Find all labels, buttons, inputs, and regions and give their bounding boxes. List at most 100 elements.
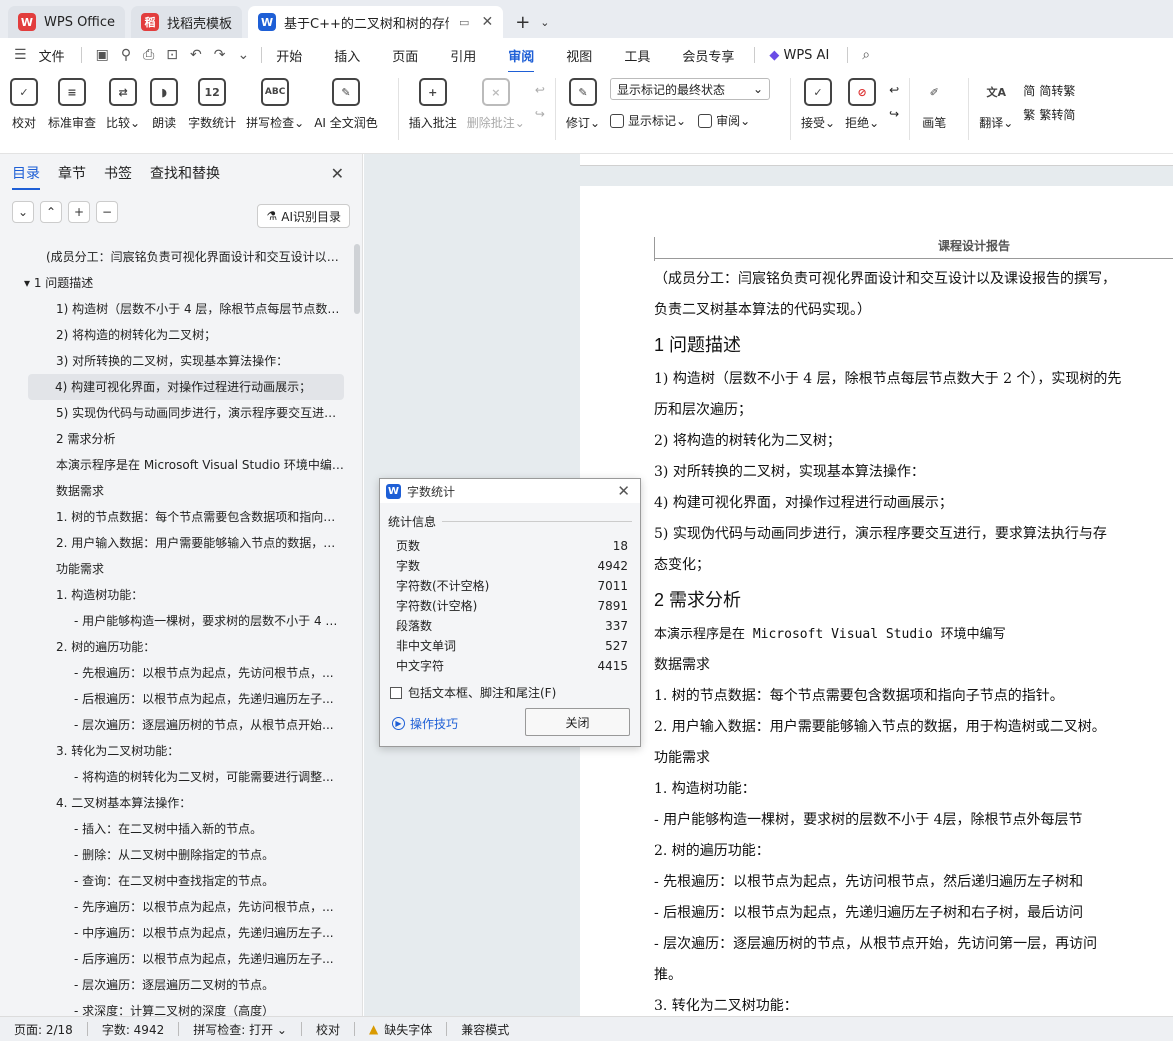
close-button[interactable]: 关闭 xyxy=(525,708,630,736)
accept-button[interactable]: ✓ 接受⌄ xyxy=(801,78,835,153)
ai-polish-button[interactable]: ✎ AI 全文润色 xyxy=(314,78,378,153)
toc-item[interactable]: - 后根遍历：以根节点为起点，先递归遍历左子... xyxy=(0,686,356,712)
menu-wps-ai[interactable]: ◆ WPS AI xyxy=(769,48,829,63)
toc-item[interactable]: - 插入：在二叉树中插入新的节点。 xyxy=(0,816,356,842)
expand-up-icon[interactable]: ⌃ xyxy=(40,201,62,223)
toc-item[interactable]: 3. 转化为二叉树功能： xyxy=(0,738,356,764)
toc-item[interactable]: 功能需求 xyxy=(0,556,356,582)
spell-check-button[interactable]: ABC 拼写检查⌄ xyxy=(246,78,304,153)
collapse-down-icon[interactable]: ⌄ xyxy=(12,201,34,223)
toc-item[interactable]: 2. 树的遍历功能： xyxy=(0,634,356,660)
menu-reference[interactable]: 引用 xyxy=(450,46,476,65)
ai-toc-button[interactable]: ⚗ AI识别目录 xyxy=(257,204,350,228)
to-traditional-button[interactable]: 简简转繁 xyxy=(1023,78,1075,102)
checkbox-box[interactable] xyxy=(390,686,402,699)
toc-item[interactable]: 2 需求分析 xyxy=(0,426,356,452)
menu-review[interactable]: 审阅 xyxy=(508,46,535,73)
toc-scrollbar[interactable] xyxy=(354,244,360,314)
to-simplified-button[interactable]: 繁繁转简 xyxy=(1023,102,1075,126)
status-page[interactable]: 页面: 2/18 xyxy=(14,1021,73,1038)
current-page[interactable]: 课程设计报告 （成员分工：闫宸铭负责可视化界面设计和交互设计以及课设报告的撰写，… xyxy=(580,186,1173,1016)
toc-item[interactable]: - 层次遍历：逐层遍历树的节点，从根节点开始... xyxy=(0,712,356,738)
toc-item[interactable]: 数据需求 xyxy=(0,478,356,504)
remove-heading-icon[interactable]: − xyxy=(96,201,118,223)
toc-item[interactable]: - 查询：在二叉树中查找指定的节点。 xyxy=(0,868,356,894)
tab-wps-office[interactable]: W WPS Office xyxy=(8,6,126,38)
toc-item[interactable]: 本演示程序是在 Microsoft Visual Studio 环境中编写... xyxy=(0,452,356,478)
toc-item[interactable]: 3) 对所转换的二叉树，实现基本算法操作： xyxy=(0,348,356,374)
search-icon[interactable]: ⌕ xyxy=(862,47,870,63)
read-aloud-button[interactable]: ◗ 朗读 xyxy=(150,78,179,153)
next-comment-icon[interactable]: ↪ xyxy=(535,102,545,126)
toc-item[interactable]: - 后序遍历：以根节点为起点，先递归遍历左子... xyxy=(0,946,356,972)
plus-icon[interactable]: + xyxy=(515,12,530,33)
toc-item[interactable]: - 先序遍历：以根节点为起点，先访问根节点，... xyxy=(0,894,356,920)
translate-button[interactable]: 文A 翻译⌄ xyxy=(979,78,1013,153)
menu-insert[interactable]: 插入 xyxy=(334,46,360,65)
more-chevron-icon[interactable]: ⌄ xyxy=(237,47,249,63)
toc-item[interactable]: 1) 构造树（层数不小于 4 层，除根节点每层节点数大于 2 个）... xyxy=(0,296,356,322)
toc-item[interactable]: 4) 构建可视化界面，对操作过程进行动画展示； xyxy=(28,374,344,400)
prev-change-icon[interactable]: ↩ xyxy=(889,78,899,102)
delete-comment-button[interactable]: × 删除批注⌄ xyxy=(467,78,525,153)
print-icon[interactable]: ⎙ xyxy=(143,47,154,63)
reject-button[interactable]: ⊘ 拒绝⌄ xyxy=(845,78,879,153)
tips-link[interactable]: ▶ 操作技巧 xyxy=(392,715,458,732)
toc-item[interactable]: 4. 二叉树基本算法操作： xyxy=(0,790,356,816)
share-icon[interactable]: ⚲ xyxy=(121,47,131,63)
toc-item[interactable]: - 先根遍历：以根节点为起点，先访问根节点，... xyxy=(0,660,356,686)
track-changes-button[interactable]: ✎ 修订⌄ xyxy=(566,78,600,153)
hamburger-icon[interactable]: ☰ xyxy=(14,47,27,63)
print-preview-icon[interactable]: ⊡ xyxy=(166,47,178,63)
menu-file[interactable]: 文件 xyxy=(39,46,65,65)
next-change-icon[interactable]: ↪ xyxy=(889,102,899,126)
review-pane-button[interactable]: 审阅⌄ xyxy=(698,112,750,129)
toc-item[interactable]: - 求深度：计算二叉树的深度（高度） xyxy=(0,998,356,1016)
tab-toc[interactable]: 目录 xyxy=(12,163,40,190)
chevron-down-icon[interactable]: ⌄ xyxy=(540,16,549,29)
menu-view[interactable]: 视图 xyxy=(566,46,592,65)
std-review-button[interactable]: ≡ 标准审查 xyxy=(48,78,96,153)
document-body[interactable]: （成员分工：闫宸铭负责可视化界面设计和交互设计以及课设报告的撰写， 负责二叉树基本… xyxy=(654,264,1173,1016)
proof-button[interactable]: ✓ 校对 xyxy=(10,78,38,153)
monitor-icon[interactable]: ▭ xyxy=(459,16,469,29)
status-proof[interactable]: 校对 xyxy=(316,1021,340,1038)
tab-template[interactable]: 稻 找稻壳模板 xyxy=(131,6,243,38)
toc-item[interactable]: (成员分工：闫宸铭负责可视化界面设计和交互设计以及课设报告的撰写... xyxy=(0,244,356,270)
status-spell[interactable]: 拼写检查: 打开 ⌄ xyxy=(193,1021,287,1038)
toc-item[interactable]: - 层次遍历：逐层遍历二叉树的节点。 xyxy=(0,972,356,998)
status-words[interactable]: 字数: 4942 xyxy=(102,1021,164,1038)
word-count-button[interactable]: 12 字数统计 xyxy=(188,78,236,153)
compare-button[interactable]: ⇄ 比较⌄ xyxy=(106,78,140,153)
menu-page[interactable]: 页面 xyxy=(392,46,418,65)
add-heading-icon[interactable]: + xyxy=(68,201,90,223)
pen-button[interactable]: ✐ 画笔 xyxy=(920,78,948,153)
tab-bookmarks[interactable]: 书签 xyxy=(104,163,132,183)
menu-tools[interactable]: 工具 xyxy=(624,46,650,65)
toc-item[interactable]: 5) 实现伪代码与动画同步进行，演示程序要交互进行... xyxy=(0,400,356,426)
tab-find-replace[interactable]: 查找和替换 xyxy=(150,163,220,183)
show-markup-button[interactable]: 显示标记⌄ xyxy=(610,112,686,129)
close-pane-icon[interactable]: ✕ xyxy=(331,164,344,183)
toc-item[interactable]: 1. 构造树功能： xyxy=(0,582,356,608)
markup-select[interactable]: 显示标记的最终状态 ⌄ xyxy=(610,78,770,100)
tab-document[interactable]: W 基于C++的二叉树和树的存储 ▭ ✕ xyxy=(248,6,504,38)
tab-sections[interactable]: 章节 xyxy=(58,163,86,183)
menu-start[interactable]: 开始 xyxy=(276,46,302,65)
dialog-close-icon[interactable]: ✕ xyxy=(617,482,630,500)
redo-icon[interactable]: ↷ xyxy=(214,47,226,63)
save-icon[interactable]: ▣ xyxy=(96,47,109,63)
menu-member[interactable]: 会员专享 xyxy=(682,46,734,65)
close-tab-icon[interactable]: ✕ xyxy=(481,14,493,30)
toc-item[interactable]: 2. 用户输入数据：用户需要能够输入节点的数据，用于构造树... xyxy=(0,530,356,556)
toc-item[interactable]: 2) 将构造的树转化为二叉树； xyxy=(0,322,356,348)
prev-comment-icon[interactable]: ↩ xyxy=(535,78,545,102)
undo-icon[interactable]: ↶ xyxy=(190,47,202,63)
toc-item[interactable]: - 删除：从二叉树中删除指定的节点。 xyxy=(0,842,356,868)
toc-item[interactable]: 1. 树的节点数据：每个节点需要包含数据项和指向子节点的指针... xyxy=(0,504,356,530)
toc-item[interactable]: - 用户能够构造一棵树，要求树的层数不小于 4 层... xyxy=(0,608,356,634)
toc-item[interactable]: - 将构造的树转化为二叉树，可能需要进行调整... xyxy=(0,764,356,790)
insert-comment-button[interactable]: + 插入批注 xyxy=(409,78,457,153)
toc-item[interactable]: - 中序遍历：以根节点为起点，先递归遍历左子... xyxy=(0,920,356,946)
toc-item[interactable]: ▾ 1 问题描述 xyxy=(0,270,356,296)
